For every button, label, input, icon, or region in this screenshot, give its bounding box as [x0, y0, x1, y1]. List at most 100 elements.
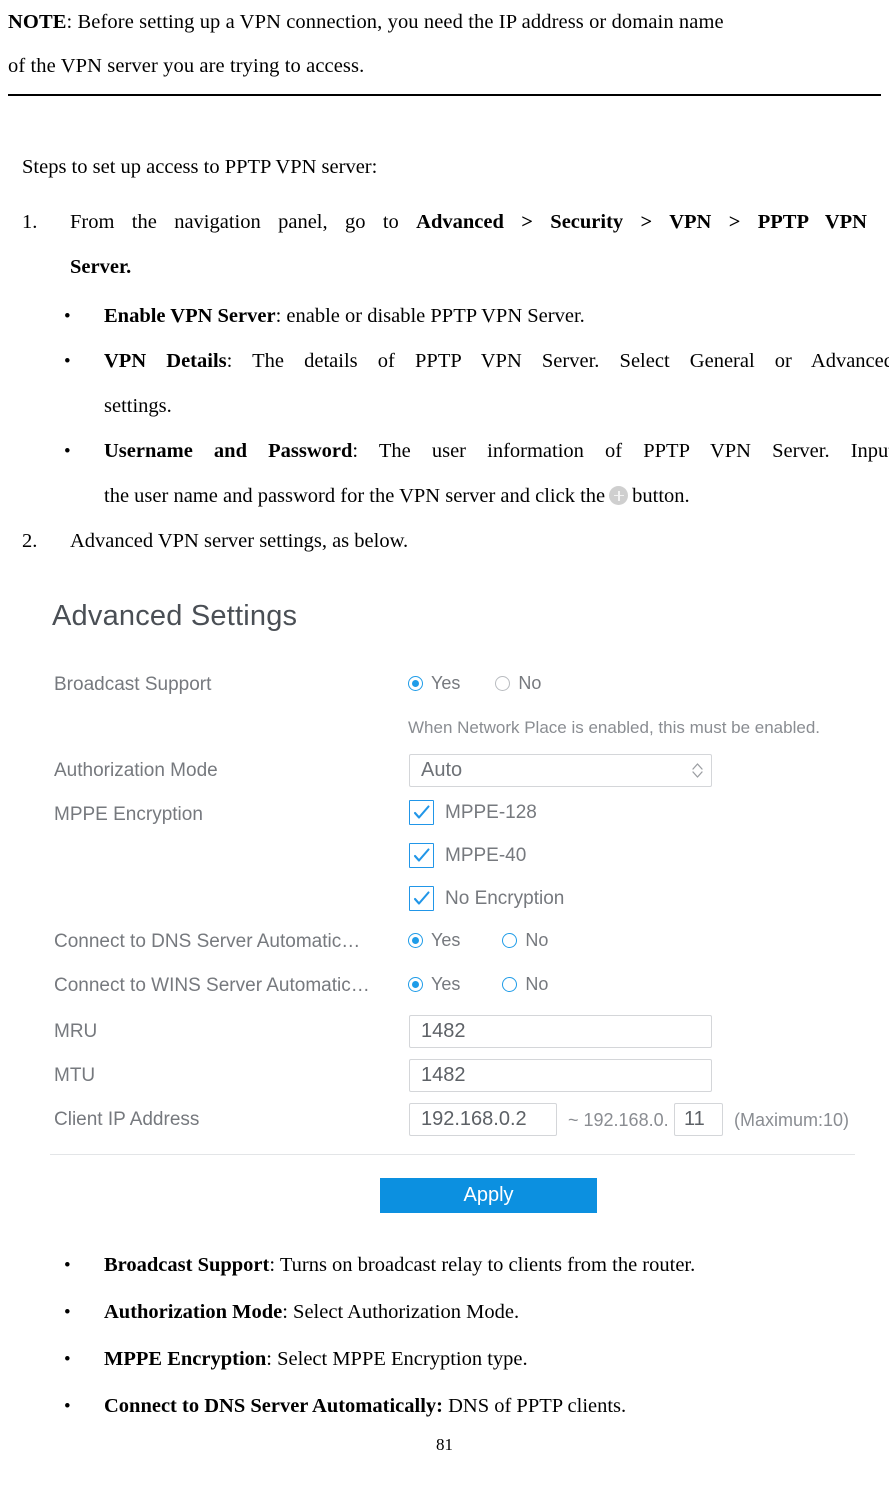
dns-auto-no[interactable]: No [502, 930, 548, 951]
plus-circle-icon [609, 486, 629, 505]
step-1: 1. From the navigation panel, go to Adva… [22, 200, 867, 290]
bullet-text: MPPE Encryption: Select MPPE Encryption … [104, 1337, 864, 1382]
broadcast-support-no-label: No [518, 673, 542, 693]
step-1-line1-plain: From the navigation panel, go to [70, 211, 417, 233]
client-ip-maximum-note: (Maximum:10) [734, 1110, 850, 1130]
page-number: 81 [436, 1435, 453, 1454]
no-encryption-label: No Encryption [445, 887, 565, 909]
mppe-40-label: MPPE-40 [445, 844, 527, 866]
step-1-marker: 1. [22, 211, 38, 233]
broadcast-support-yes[interactable]: Yes [408, 673, 460, 694]
bullet-desc: : The details of PPTP VPN Server. Select… [226, 350, 889, 372]
intro-sentence: Steps to set up access to PPTP VPN serve… [22, 156, 378, 178]
bullet-text: Broadcast Support: Turns on broadcast re… [104, 1243, 864, 1288]
bullet-term: Broadcast Support [104, 1254, 270, 1276]
radio-unselected-icon[interactable] [495, 676, 511, 691]
bullet-authorization-mode: • Authorization Mode: Select Authorizati… [64, 1290, 864, 1335]
dns-auto-radio-group: Yes No [408, 930, 548, 951]
wins-auto-no-label: No [525, 974, 549, 994]
bullet-desc-line2-post: button. [632, 485, 690, 507]
client-ip-end-value: 11 [684, 1108, 705, 1130]
bullet-text: Connect to DNS Server Automatically: DNS… [104, 1384, 864, 1429]
client-ip-address-label: Client IP Address [54, 1109, 200, 1130]
client-ip-end-input[interactable]: 11 [674, 1103, 723, 1136]
radio-selected-icon[interactable] [408, 977, 423, 992]
step-1-text: From the navigation panel, go to Advance… [70, 200, 867, 290]
checkbox-checked-icon[interactable] [409, 843, 434, 868]
mppe-128-label: MPPE-128 [445, 801, 537, 823]
bullet-marker: • [64, 306, 71, 327]
bullet-desc-line2: settings. [104, 395, 172, 417]
bullet-marker: • [64, 1349, 71, 1370]
panel-title: Advanced Settings [52, 600, 298, 632]
mru-input[interactable]: 1482 [409, 1015, 712, 1048]
chevron-updown-icon[interactable] [692, 763, 703, 778]
note-line-2: of the VPN server you are trying to acce… [8, 55, 365, 77]
authorization-mode-select[interactable]: Auto [409, 754, 712, 787]
step-1-line1-bold: Advanced > Security > VPN > PPTP VPN [416, 211, 867, 233]
broadcast-support-no[interactable]: No [495, 673, 541, 694]
radio-unselected-icon[interactable] [502, 977, 518, 992]
bullet-marker: • [64, 1396, 71, 1417]
client-ip-separator: ~ 192.168.0. [568, 1110, 669, 1130]
bullet-term: MPPE Encryption [104, 1348, 267, 1370]
bullet-text: Username and Password: The user informat… [104, 429, 889, 519]
bullet-marker: • [64, 351, 71, 372]
mppe-40-checkbox[interactable]: MPPE-40 [409, 843, 526, 868]
dns-auto-yes-label: Yes [431, 930, 461, 950]
client-ip-start-input[interactable]: 192.168.0.2 [409, 1103, 557, 1136]
bullet-username-password: • Username and Password: The user inform… [64, 429, 889, 519]
wins-auto-label: Connect to WINS Server Automatic… [54, 975, 370, 996]
apply-button[interactable]: Apply [380, 1178, 597, 1213]
bullet-marker: • [64, 1302, 71, 1323]
wins-auto-radio-group: Yes No [408, 974, 548, 995]
dns-auto-label: Connect to DNS Server Automatic… [54, 931, 361, 952]
row-wins-auto: Connect to WINS Server Automatic… Yes No [42, 974, 860, 1005]
bullet-desc: : Select Authorization Mode. [282, 1301, 520, 1323]
bullet-desc: : enable or disable PPTP VPN Server. [275, 305, 585, 327]
step-2-marker: 2. [22, 530, 38, 552]
bullet-term: Username and Password [104, 440, 353, 462]
mtu-label: MTU [54, 1065, 96, 1086]
bullet-desc: DNS of PPTP clients. [442, 1395, 627, 1417]
row-dns-auto: Connect to DNS Server Automatic… Yes No [42, 930, 860, 961]
bullet-text: VPN Details: The details of PPTP VPN Ser… [104, 339, 889, 429]
authorization-mode-value: Auto [421, 759, 463, 781]
bullet-desc: : The user information of PPTP VPN Serve… [352, 440, 889, 462]
radio-selected-icon[interactable] [408, 676, 423, 691]
advanced-settings-panel: Advanced Settings Broadcast Support Yes … [42, 592, 860, 1217]
dns-auto-yes[interactable]: Yes [408, 930, 460, 951]
panel-divider [50, 1154, 855, 1155]
wins-auto-no[interactable]: No [502, 974, 548, 995]
bullet-desc-line2-pre: the user name and password for the VPN s… [104, 485, 606, 507]
broadcast-support-hint: When Network Place is enabled, this must… [408, 718, 821, 737]
bullet-broadcast-support: • Broadcast Support: Turns on broadcast … [64, 1243, 864, 1288]
authorization-mode-label: Authorization Mode [54, 760, 218, 781]
note-line-1: NOTE: Before setting up a VPN connection… [8, 0, 881, 44]
dns-auto-no-label: No [525, 930, 549, 950]
mtu-input[interactable]: 1482 [409, 1059, 712, 1092]
mtu-value: 1482 [421, 1064, 466, 1086]
broadcast-support-label: Broadcast Support [54, 674, 212, 695]
checkbox-checked-icon[interactable] [409, 800, 434, 825]
mppe-128-checkbox[interactable]: MPPE-128 [409, 800, 537, 825]
no-encryption-checkbox[interactable]: No Encryption [409, 886, 564, 911]
bullet-desc: : Select MPPE Encryption type. [266, 1348, 528, 1370]
note-line-1-text: : Before setting up a VPN connection, yo… [66, 11, 724, 33]
bullet-term: Authorization Mode [104, 1301, 283, 1323]
step-2: 2. Advanced VPN server settings, as belo… [22, 519, 867, 564]
checkbox-checked-icon[interactable] [409, 886, 434, 911]
radio-selected-icon[interactable] [408, 933, 423, 948]
radio-unselected-icon[interactable] [502, 933, 518, 948]
note-callout: NOTE: Before setting up a VPN connection… [8, 0, 881, 96]
bullet-enable-vpn-server: • Enable VPN Server: enable or disable P… [64, 294, 864, 339]
broadcast-support-radio-group: Yes No [408, 673, 541, 694]
bullet-desc: : Turns on broadcast relay to clients fr… [269, 1254, 696, 1276]
bullet-connect-dns-auto: • Connect to DNS Server Automatically: D… [64, 1384, 864, 1429]
bullet-term: Connect to DNS Server Automatically: [104, 1395, 443, 1417]
bullet-term: VPN Details [104, 350, 227, 372]
wins-auto-yes-label: Yes [431, 974, 461, 994]
wins-auto-yes[interactable]: Yes [408, 974, 460, 995]
bullet-text: Authorization Mode: Select Authorization… [104, 1290, 864, 1335]
bullet-marker: • [64, 441, 71, 462]
